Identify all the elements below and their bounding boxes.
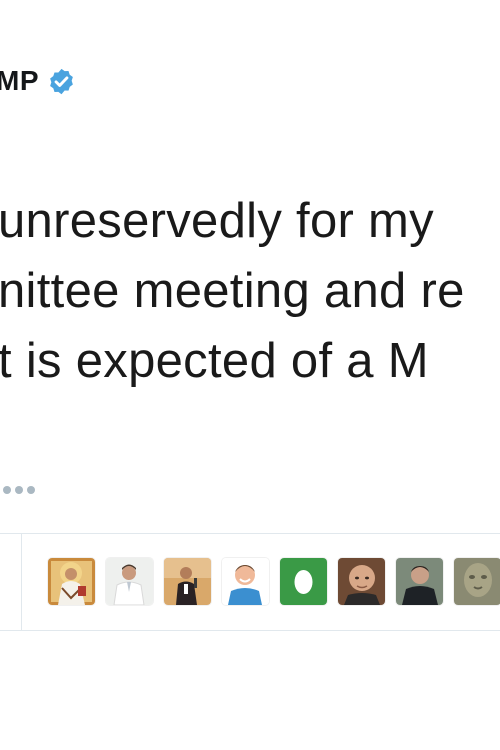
dot: [15, 486, 23, 494]
dot: [27, 486, 35, 494]
man-speaking-avatar[interactable]: [164, 558, 211, 605]
statue-face-avatar[interactable]: [454, 558, 500, 605]
tweet-text: unreservedly for my nittee meeting and r…: [0, 186, 500, 396]
tweet-text-line: t is expected of a M: [0, 334, 429, 388]
stats-divider-bottom: [0, 630, 500, 631]
man-white-shirt-avatar[interactable]: [106, 558, 153, 605]
tweet-text-line: unreservedly for my: [0, 194, 434, 248]
liked-by-avatars: [48, 558, 500, 605]
religious-painting-avatar[interactable]: [48, 558, 95, 605]
tweet-text-line: nittee meeting and re: [0, 264, 465, 318]
smiling-man-avatar[interactable]: [222, 558, 269, 605]
verified-badge-icon: [50, 68, 73, 94]
man-dark-jacket-avatar[interactable]: [396, 558, 443, 605]
bald-man-avatar[interactable]: [338, 558, 385, 605]
author-header[interactable]: MP: [0, 64, 76, 98]
author-display-name[interactable]: MP: [0, 64, 39, 98]
stats-divider-top: [0, 533, 500, 534]
dot: [3, 486, 11, 494]
more-dots-icon[interactable]: [3, 486, 35, 494]
green-egg-avatar[interactable]: [280, 558, 327, 605]
stats-divider-vertical: [21, 534, 22, 630]
